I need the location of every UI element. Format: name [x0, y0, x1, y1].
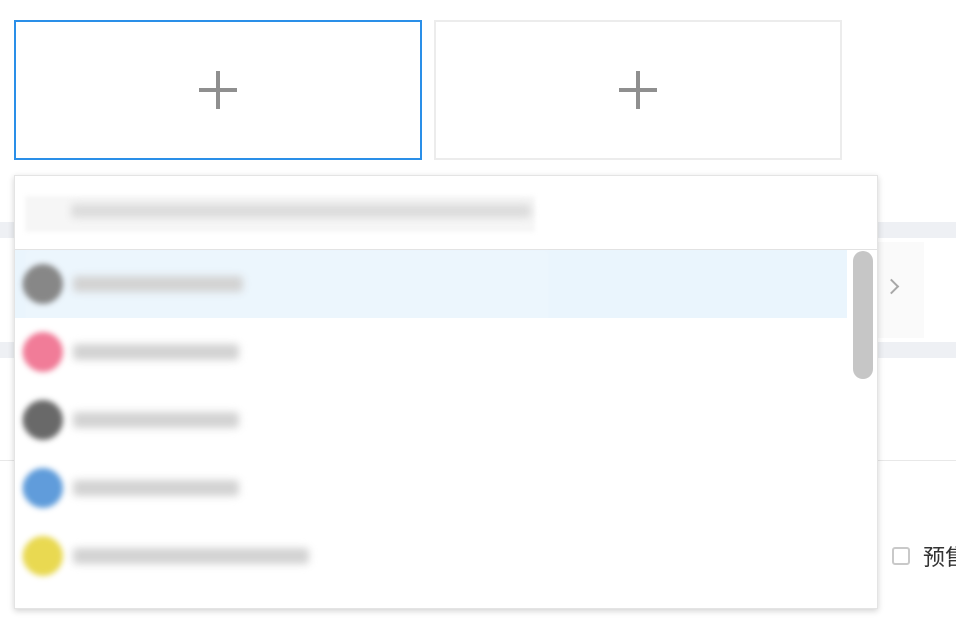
dropdown-search-field[interactable] — [15, 176, 877, 250]
item-avatar — [23, 536, 63, 576]
item-avatar — [23, 400, 63, 440]
list-item[interactable] — [15, 250, 847, 318]
presale-checkbox[interactable] — [892, 547, 910, 565]
upload-slot-1[interactable] — [14, 20, 422, 160]
list-item[interactable] — [15, 522, 847, 590]
list-item[interactable] — [15, 454, 847, 522]
dropdown-scrollbar-thumb[interactable] — [853, 251, 873, 379]
dropdown-panel — [14, 175, 878, 609]
list-item[interactable] — [15, 386, 847, 454]
item-label-redacted — [73, 276, 243, 292]
item-label-redacted — [73, 480, 239, 496]
background-divider — [0, 460, 14, 461]
background-divider — [878, 460, 956, 461]
background-section-divider — [0, 342, 14, 358]
item-label-redacted — [73, 548, 309, 564]
background-section-divider — [0, 222, 14, 238]
upload-slot-2[interactable] — [434, 20, 842, 160]
search-placeholder-redacted — [71, 204, 531, 218]
dropdown-list — [15, 250, 847, 608]
item-avatar — [23, 332, 63, 372]
plus-icon — [619, 71, 657, 109]
background-card — [878, 242, 924, 338]
plus-icon — [199, 71, 237, 109]
list-item[interactable] — [15, 318, 847, 386]
item-label-redacted — [73, 344, 239, 360]
item-avatar — [23, 264, 63, 304]
item-avatar — [23, 468, 63, 508]
item-label-redacted — [73, 412, 239, 428]
presale-checkbox-row[interactable]: 预售 — [892, 540, 956, 572]
presale-checkbox-label: 预售 — [923, 546, 956, 571]
